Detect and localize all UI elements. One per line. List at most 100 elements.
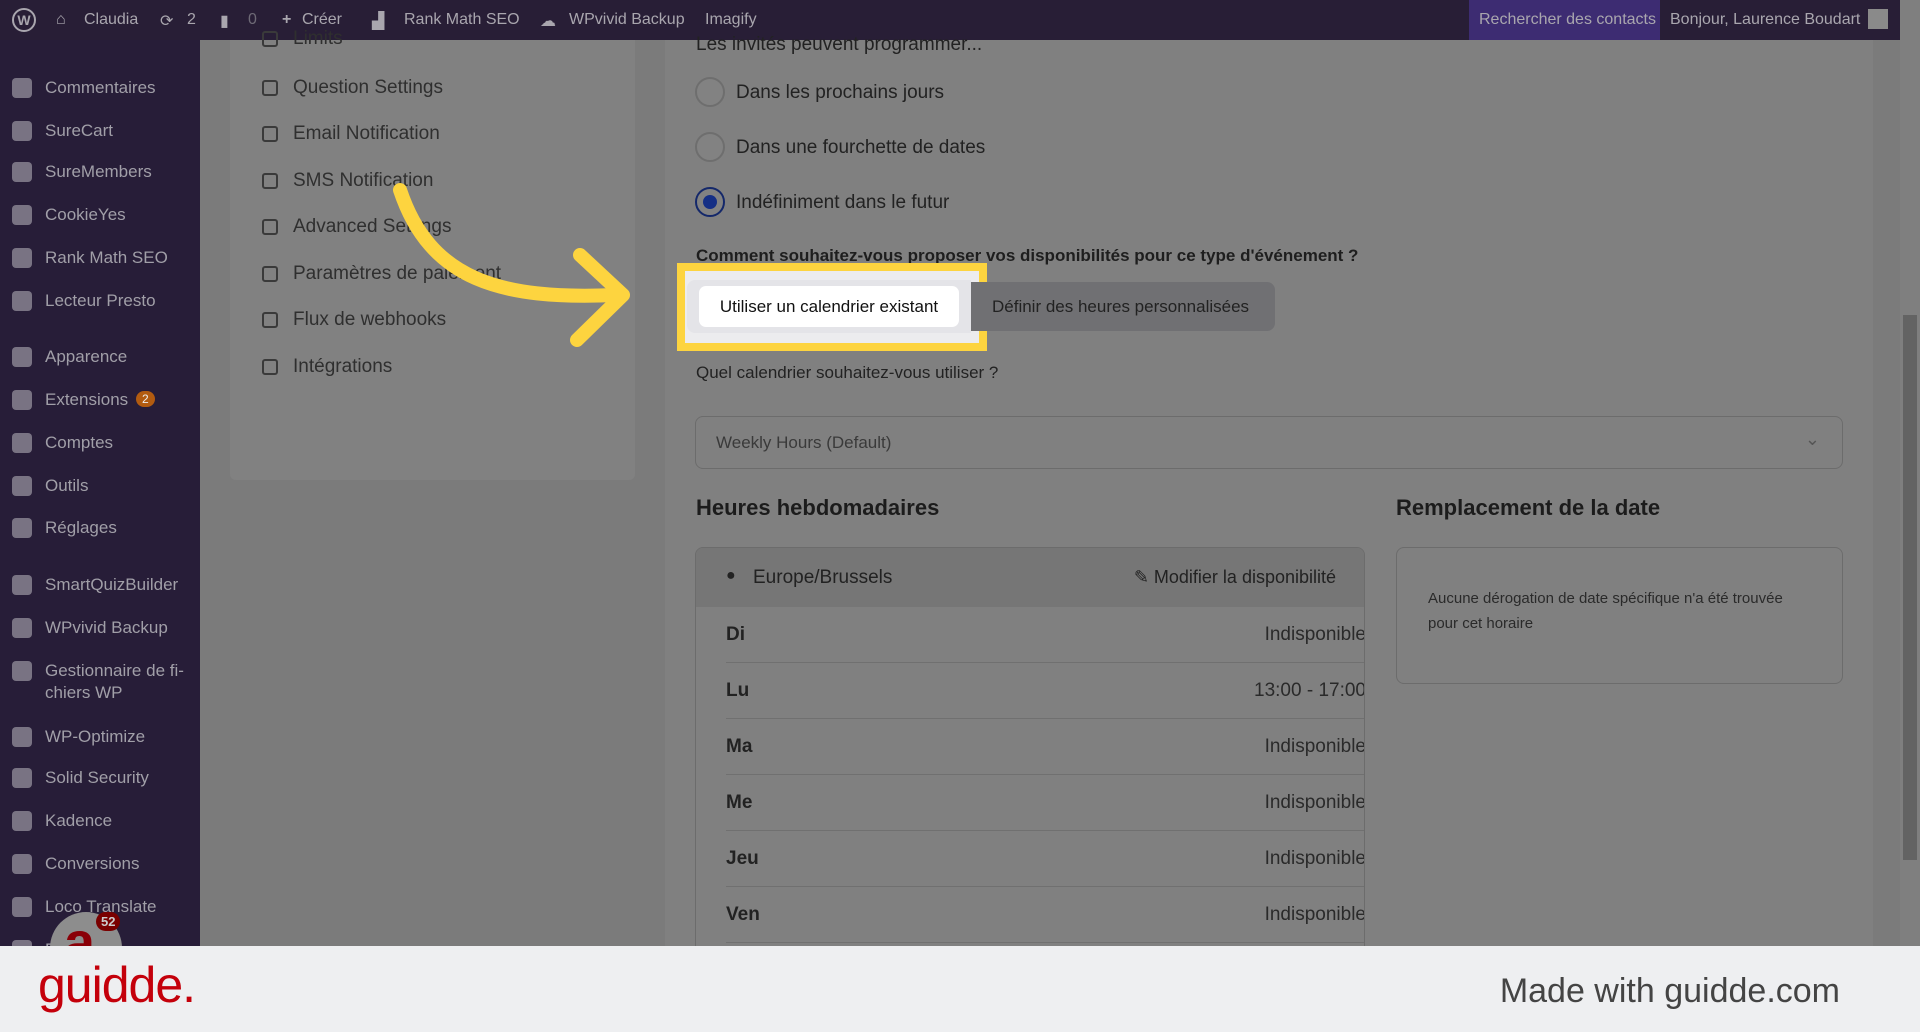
sidebar-item-rank-math-seo[interactable]: Rank Math SEO: [0, 245, 200, 275]
avatar[interactable]: [1868, 9, 1888, 29]
sidebar-item-smartquizbuilder[interactable]: SmartQuizBuilder: [0, 572, 200, 602]
weekday-row: Ven Indisponible: [726, 887, 1365, 943]
weekly-hours-header: ● Europe/Brussels ✎ Modifier la disponib…: [696, 548, 1364, 607]
settings-nav-label: Intégrations: [293, 356, 393, 377]
suremembers-icon: [12, 162, 32, 182]
sidebar-item-lecteur-presto[interactable]: Lecteur Presto: [0, 288, 200, 318]
settings-nav-question-settings[interactable]: Question Settings: [230, 75, 635, 105]
custom-hours-button[interactable]: Définir des heures personnalisées: [992, 297, 1249, 317]
sidebar-item-apparence[interactable]: Apparence: [0, 344, 200, 374]
edit-availability-link[interactable]: ✎ Modifier la disponibilité: [1134, 567, 1336, 588]
sidebar-item-extensions[interactable]: Extensions 2: [0, 387, 200, 417]
radio-option-indefiniment-dans-le-futur[interactable]: Indéfiniment dans le futur: [695, 187, 1095, 219]
sidebar-item-label: SureCart: [45, 121, 114, 140]
weekday-hours: Indisponible: [1264, 736, 1365, 757]
sidebar-item-conversions[interactable]: Conversions: [0, 851, 200, 881]
radio-option-dans-les-prochains-jours[interactable]: Dans les prochains jours: [695, 77, 1095, 109]
search-contacts-button[interactable]: Rechercher des contacts: [1469, 0, 1660, 40]
calendar-select[interactable]: Weekly Hours (Default) ⌄: [695, 416, 1843, 469]
sidebar-item-label: Comptes: [45, 433, 114, 452]
weekday-hours: Indisponible: [1264, 904, 1365, 925]
sidebar-item-label: Conversions: [45, 854, 140, 873]
sidebar-item-label: Outils: [45, 476, 89, 495]
weekday-row: Me Indisponible: [726, 775, 1365, 831]
reglages-icon: [12, 518, 32, 538]
weekday-label: Me: [726, 792, 753, 813]
site-name-link[interactable]: Claudia: [84, 11, 138, 29]
imagify-link[interactable]: Imagify: [705, 11, 757, 29]
use-existing-calendar-button[interactable]: Utiliser un calendrier existant: [699, 286, 959, 327]
comptes-icon: [12, 433, 32, 453]
sidebar-item-label: SureMembers: [45, 162, 152, 181]
timezone: Europe/Brussels: [753, 567, 893, 588]
sidebar-item-kadence[interactable]: Kadence: [0, 808, 200, 838]
radio-label: Dans une fourchette de dates: [736, 137, 986, 158]
scrollbar-thumb[interactable]: [1903, 315, 1917, 860]
radio-button[interactable]: [695, 77, 725, 107]
comment-icon[interactable]: ▮: [220, 11, 229, 31]
outils-icon: [12, 476, 32, 496]
sidebar-item-gestionnaire-de-fi-chiers-wp[interactable]: Gestionnaire de fi-chiers WP: [0, 658, 200, 702]
date-override-title: Remplacement de la date: [1396, 495, 1661, 520]
gestionnaire-de-fi-chiers-wp-icon: [12, 661, 32, 681]
updates-count[interactable]: 2: [187, 11, 196, 29]
settings-nav-label: Email Notification: [293, 123, 440, 144]
greeting[interactable]: Bonjour, Laurence Boudart: [1670, 11, 1860, 29]
weekday-label: Di: [726, 624, 745, 645]
weekday-hours: 13:00 - 17:00: [1254, 680, 1365, 701]
settings-nav-email-notification[interactable]: Email Notification: [230, 121, 635, 151]
sidebar-item-reglages[interactable]: Réglages: [0, 515, 200, 545]
updates-icon[interactable]: ⟳: [160, 11, 173, 31]
weekday-hours: Indisponible: [1264, 792, 1365, 813]
edit-availability-label: Modifier la disponibilité: [1153, 567, 1336, 587]
admin-sidebar: Commentaires SureCart SureMembers CookieYes…: [0, 40, 200, 960]
sidebar-item-solid-security[interactable]: Solid Security: [0, 765, 200, 795]
wp-optimize-icon: [12, 727, 32, 747]
flux-de-webhooks-icon: [262, 312, 278, 328]
rank-math-seo-icon: [12, 248, 32, 268]
weekday-label: Ma: [726, 736, 753, 757]
radio-button[interactable]: [695, 187, 725, 217]
sidebar-item-surecart[interactable]: SureCart: [0, 118, 200, 148]
weekday-hours: Indisponible: [1264, 624, 1365, 645]
scrollbar[interactable]: [1900, 0, 1920, 946]
limits-icon: [262, 31, 278, 47]
weekly-hours-title: Heures hebdomadaires: [696, 495, 940, 520]
sidebar-item-suremembers[interactable]: SureMembers: [0, 159, 200, 189]
home-icon: ⌂: [56, 11, 66, 28]
sidebar-item-label: WPvivid Backup: [45, 618, 168, 637]
sidebar-item-wp-optimize[interactable]: WP-Optimize: [0, 724, 200, 754]
sidebar-item-comptes[interactable]: Comptes: [0, 430, 200, 460]
sidebar-item-label: Extensions: [45, 390, 129, 409]
sidebar-item-outils[interactable]: Outils: [0, 473, 200, 503]
weekday-hours: Indisponible: [1264, 848, 1365, 869]
sidebar-item-cookieyes[interactable]: CookieYes: [0, 202, 200, 232]
search-contacts-label: Rechercher des contacts: [1479, 11, 1656, 28]
made-with-credit: Made with guidde.com: [1499, 972, 1840, 1010]
sidebar-item-label: Rank Math SEO: [45, 248, 168, 267]
notification-badge: 52: [96, 912, 121, 931]
smartquizbuilder-icon: [12, 575, 32, 595]
radio-option-dans-une-fourchette-de-dates[interactable]: Dans une fourchette de dates: [695, 132, 1095, 164]
weekday-row: Ma Indisponible: [726, 719, 1365, 775]
calendar-question: Quel calendrier souhaitez-vous utiliser …: [696, 363, 999, 382]
footer: guidde. Made with guidde.com: [0, 946, 1920, 1032]
calendar-select-value: Weekly Hours (Default): [716, 433, 892, 452]
sms-notification-icon: [262, 173, 278, 189]
sidebar-item-commentaires[interactable]: Commentaires: [0, 75, 200, 105]
schedule-label: Les invités peuvent programmer...: [696, 34, 983, 55]
wordpress-logo-icon[interactable]: W: [12, 8, 36, 32]
sidebar-item-wpvivid-backup[interactable]: WPvivid Backup: [0, 615, 200, 645]
settings-nav-label: Limits: [293, 28, 343, 49]
solid-security-icon: [12, 768, 32, 788]
sidebar-item-label: Apparence: [45, 347, 128, 366]
sidebar-item-label: Gestionnaire de fi-chiers WP: [45, 661, 184, 702]
settings-nav-limits[interactable]: Limits: [230, 26, 635, 56]
radio-button[interactable]: [695, 132, 725, 162]
email-notification-icon: [262, 126, 278, 142]
sidebar-item-label: CookieYes: [45, 205, 126, 224]
arrow-annotation: [393, 183, 630, 347]
sidebar-item-label: WP-Optimize: [45, 727, 146, 746]
settings-nav-label: Question Settings: [293, 77, 443, 98]
surecart-icon: [12, 121, 32, 141]
